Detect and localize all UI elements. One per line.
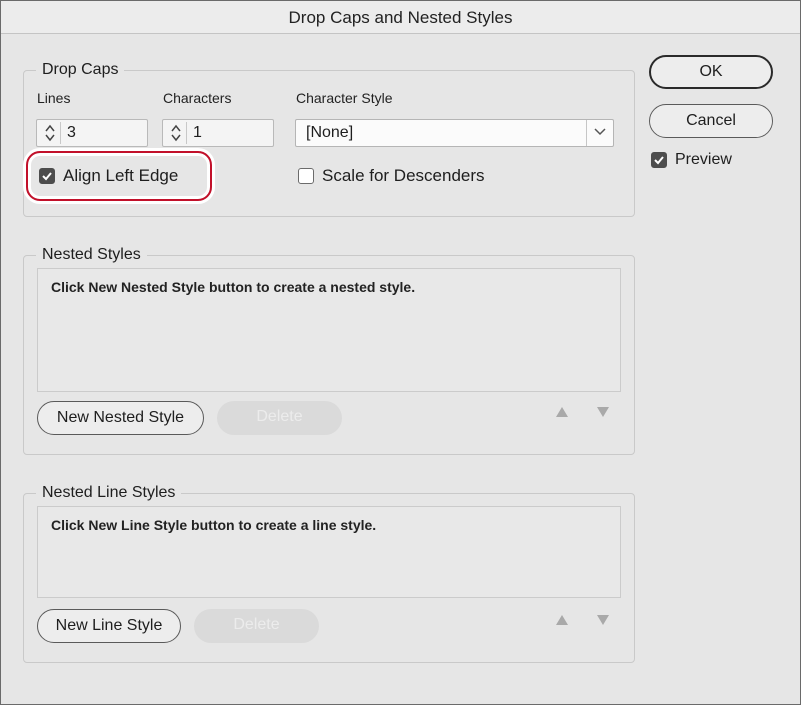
lines-stepper[interactable]: 3: [36, 119, 148, 147]
stepper-arrows-icon[interactable]: [165, 122, 187, 144]
ok-button[interactable]: OK: [649, 55, 773, 89]
nested-styles-group-label: Nested Styles: [36, 246, 147, 264]
move-down-icon[interactable]: [596, 614, 610, 626]
nested-styles-delete-button[interactable]: Delete: [217, 401, 342, 435]
nested-line-styles-group-label: Nested Line Styles: [36, 484, 182, 502]
nested-line-styles-empty-text: Click New Line Style button to create a …: [51, 517, 377, 533]
stepper-arrows-icon[interactable]: [39, 122, 61, 144]
nested-line-styles-delete-button[interactable]: Delete: [194, 609, 319, 643]
move-down-icon[interactable]: [596, 406, 610, 418]
lines-label: Lines: [37, 90, 71, 106]
preview-label[interactable]: Preview: [675, 151, 732, 169]
align-left-edge-checkbox[interactable]: [39, 168, 55, 184]
chevron-down-icon[interactable]: [586, 120, 613, 146]
characters-stepper[interactable]: 1: [162, 119, 274, 147]
lines-value[interactable]: 3: [67, 124, 76, 142]
scale-for-descenders-label[interactable]: Scale for Descenders: [322, 166, 485, 186]
move-up-icon[interactable]: [555, 406, 569, 418]
new-line-style-button[interactable]: New Line Style: [37, 609, 181, 643]
dialog-window: Drop Caps and Nested Styles Drop Caps Li…: [0, 0, 801, 705]
new-nested-style-button[interactable]: New Nested Style: [37, 401, 204, 435]
character-style-value[interactable]: [None]: [306, 124, 353, 142]
preview-checkbox[interactable]: [651, 152, 667, 168]
nested-styles-empty-text: Click New Nested Style button to create …: [51, 279, 416, 295]
dialog-title: Drop Caps and Nested Styles: [1, 1, 800, 34]
drop-caps-group-label: Drop Caps: [36, 61, 125, 79]
nested-line-styles-list[interactable]: Click New Line Style button to create a …: [37, 506, 621, 598]
characters-label: Characters: [163, 90, 232, 106]
cancel-button[interactable]: Cancel: [649, 104, 773, 138]
scale-for-descenders-checkbox[interactable]: [298, 168, 314, 184]
move-up-icon[interactable]: [555, 614, 569, 626]
checkmark-icon: [42, 172, 52, 181]
character-style-select[interactable]: [None]: [295, 119, 614, 147]
character-style-label: Character Style: [296, 90, 393, 106]
checkmark-icon: [654, 156, 664, 165]
align-left-edge-label[interactable]: Align Left Edge: [63, 166, 178, 186]
characters-value[interactable]: 1: [193, 124, 202, 142]
nested-styles-list[interactable]: Click New Nested Style button to create …: [37, 268, 621, 392]
